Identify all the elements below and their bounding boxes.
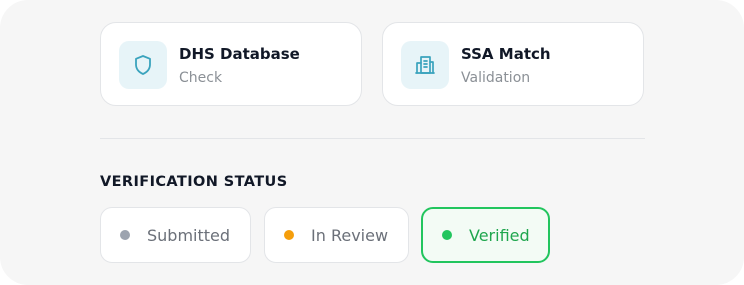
status-dot-icon xyxy=(442,230,452,240)
ssa-match-card[interactable]: SSA Match Validation xyxy=(382,22,644,106)
card-title: DHS Database xyxy=(179,45,300,63)
verification-status-heading: VERIFICATION STATUS xyxy=(100,174,288,190)
dhs-database-card[interactable]: DHS Database Check xyxy=(100,22,362,106)
card-title: SSA Match xyxy=(461,45,551,63)
status-chip-submitted[interactable]: Submitted xyxy=(100,207,251,263)
status-dot-icon xyxy=(284,230,294,240)
status-label: In Review xyxy=(311,225,389,245)
card-subtitle: Validation xyxy=(461,70,531,86)
status-label: Submitted xyxy=(147,225,231,245)
status-dot-icon xyxy=(120,230,130,240)
ssa-icon-box xyxy=(401,41,449,89)
status-chip-in-review[interactable]: In Review xyxy=(264,207,409,263)
status-chip-verified[interactable]: Verified xyxy=(421,207,550,263)
building-icon xyxy=(415,56,435,74)
section-divider xyxy=(100,138,645,139)
status-label: Verified xyxy=(469,225,530,245)
verification-panel: DHS Database Check SSA Match Validation … xyxy=(0,0,744,285)
dhs-icon-box xyxy=(119,41,167,89)
card-subtitle: Check xyxy=(179,70,223,86)
shield-icon xyxy=(135,55,151,75)
